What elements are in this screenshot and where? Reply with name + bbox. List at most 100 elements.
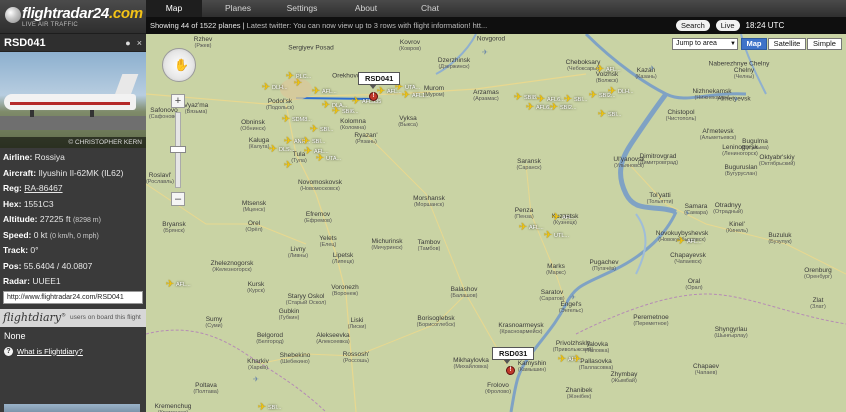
plane-icon[interactable]: ✈: [281, 115, 291, 125]
app-window: flightradar24.com LIVE AIR TRAFFIC RSD04…: [0, 0, 846, 412]
zoom-out-button[interactable]: –: [171, 192, 185, 206]
reg-label: Reg:: [3, 183, 22, 193]
city-name: Kharkiv: [247, 358, 269, 365]
plane-icon[interactable]: ✈: [563, 95, 573, 105]
jump-to-area-select[interactable]: Jump to area ▼: [672, 38, 738, 50]
plane-icon[interactable]: ✈: [261, 83, 271, 93]
plane-icon[interactable]: ✈: [309, 125, 319, 135]
city-native-name: (Бугуруслан): [724, 171, 758, 177]
zoom-in-button[interactable]: +: [171, 94, 185, 108]
plane-icon[interactable]: ✈: [303, 147, 313, 157]
plane-icon[interactable]: ✈: [543, 231, 553, 241]
what-is-flightdiary[interactable]: ? What is Flightdiary?: [0, 345, 146, 358]
city-name: Rzhev: [193, 36, 213, 43]
airport-icon[interactable]: ✈: [482, 50, 489, 57]
track-row: Track: 0°: [3, 243, 143, 259]
ad-thumbnail[interactable]: [4, 404, 140, 412]
tab-about[interactable]: About: [338, 0, 394, 17]
city-native-name: (Тамбов): [417, 246, 441, 252]
zoom-slider-thumb[interactable]: [170, 146, 186, 153]
plane-icon[interactable]: ✈: [607, 87, 617, 97]
city-name: Mikhaylovka: [453, 357, 489, 364]
plane-icon[interactable]: ✈: [557, 355, 567, 365]
plane-callsign-label: SBI...: [608, 112, 622, 118]
tab-chat[interactable]: Chat: [402, 0, 458, 17]
tab-map[interactable]: Map: [146, 0, 202, 17]
close-icon[interactable]: ×: [137, 38, 142, 48]
plane-icon[interactable]: ✈: [268, 145, 278, 155]
plane-icon[interactable]: ✈: [572, 355, 582, 365]
plane-icon[interactable]: ✈: [518, 223, 528, 233]
plane-icon[interactable]: ✈: [549, 103, 559, 113]
city-name: Kolomna: [340, 118, 366, 125]
plane-icon[interactable]: ✈: [311, 87, 321, 97]
airport-icon[interactable]: ✈: [684, 211, 691, 218]
airport-icon[interactable]: ✈: [253, 377, 260, 384]
twitter-note[interactable]: Latest twitter: You can now view up to 3…: [247, 21, 488, 30]
city-label: Pugachev (Пугачёв): [590, 259, 619, 273]
airport-icon[interactable]: ✈: [570, 295, 577, 302]
maptype-satellite-button[interactable]: Satellite: [768, 38, 806, 50]
utc-clock: 18:24 UTC: [745, 21, 785, 30]
plane-icon[interactable]: ✈: [293, 79, 303, 89]
plane-icon[interactable]: ✈: [283, 161, 293, 171]
flight-marker[interactable]: !: [506, 366, 515, 375]
plane-icon[interactable]: ✈: [676, 237, 686, 247]
city-name: Mtsensk: [241, 200, 267, 207]
city-label: Obninsk (Обнинск): [240, 119, 265, 133]
city-name: Obninsk: [241, 119, 265, 126]
city-name: Vyaz'ma: [183, 102, 209, 109]
globe-logo-icon: [5, 7, 21, 23]
city-native-name: (Пугачёв): [591, 266, 617, 272]
tab-settings[interactable]: Settings: [274, 0, 330, 17]
speed-label: Speed:: [3, 229, 32, 240]
plane-icon[interactable]: ✈: [257, 403, 267, 412]
city-label: Kovrov (Ковров): [399, 39, 421, 53]
plane-callsign-label: AFL1...: [412, 93, 430, 99]
flightdiary-bar[interactable]: flightdiary® users on board this flight: [0, 308, 146, 327]
tab-planes[interactable]: Planes: [210, 0, 266, 17]
plane-icon[interactable]: ✈: [165, 280, 175, 290]
plane-icon[interactable]: ✈: [525, 103, 535, 113]
city-name: Liski: [350, 317, 364, 324]
tarmac: [0, 116, 146, 130]
pan-control[interactable]: ✋: [162, 48, 196, 82]
selected-plane-marker[interactable]: !: [369, 92, 378, 101]
logo-bar[interactable]: flightradar24.com LIVE AIR TRAFFIC: [0, 0, 146, 34]
flight-callout[interactable]: RSD031: [492, 347, 535, 364]
plane-icon[interactable]: ✈: [301, 137, 311, 147]
pin-icon[interactable]: ●: [125, 38, 130, 48]
reg-link[interactable]: RA-86467: [24, 183, 62, 193]
maptype-map-button[interactable]: Map: [741, 38, 767, 50]
what-is-flightdiary-link[interactable]: What is Flightdiary?: [17, 347, 83, 356]
city-name: Gubkin: [278, 308, 300, 315]
plane-icon[interactable]: ✈: [321, 101, 331, 111]
selected-flight-callout[interactable]: RSD041: [358, 72, 401, 89]
flight-url-field[interactable]: http://www.flightradar24.com/RSD041: [3, 290, 143, 304]
airport-icon[interactable]: ✈: [733, 97, 740, 104]
plane-icon[interactable]: ✈: [351, 97, 361, 107]
city-native-name: (Курск): [247, 288, 265, 294]
live-button[interactable]: Live: [715, 20, 740, 31]
city-label: Morshansk (Моршанск): [413, 195, 445, 209]
city-native-name: (Жәнібек): [566, 394, 592, 400]
plane-icon[interactable]: ✈: [513, 93, 523, 103]
plane-icon[interactable]: ✈: [536, 95, 546, 105]
plane-icon[interactable]: ✈: [331, 107, 341, 117]
city-native-name: (Алексеевка): [316, 339, 350, 345]
city-name: Chapayevsk: [670, 252, 706, 259]
map-canvas[interactable]: Rzhev (Ржев) Sergiyev Posad Kovrov (Ковров) D…: [146, 34, 846, 412]
aircraft-photo[interactable]: © CHRISTOPHER KERN: [0, 52, 146, 148]
search-button[interactable]: Search: [676, 20, 710, 31]
plane-icon[interactable]: ✈: [595, 65, 605, 75]
city-native-name: (Мичуринск): [371, 245, 403, 251]
airport-icon[interactable]: ✈: [649, 66, 656, 73]
plane-icon[interactable]: ✈: [597, 110, 607, 120]
plane-icon[interactable]: ✈: [588, 91, 598, 101]
plane-icon[interactable]: ✈: [315, 154, 325, 164]
plane-icon[interactable]: ✈: [283, 137, 293, 147]
city-name: Borisoglebsk: [417, 315, 455, 322]
plane-callsign-label: DLS...: [279, 147, 295, 153]
plane-icon[interactable]: ✈: [551, 213, 561, 223]
maptype-simple-button[interactable]: Simple: [807, 38, 842, 50]
